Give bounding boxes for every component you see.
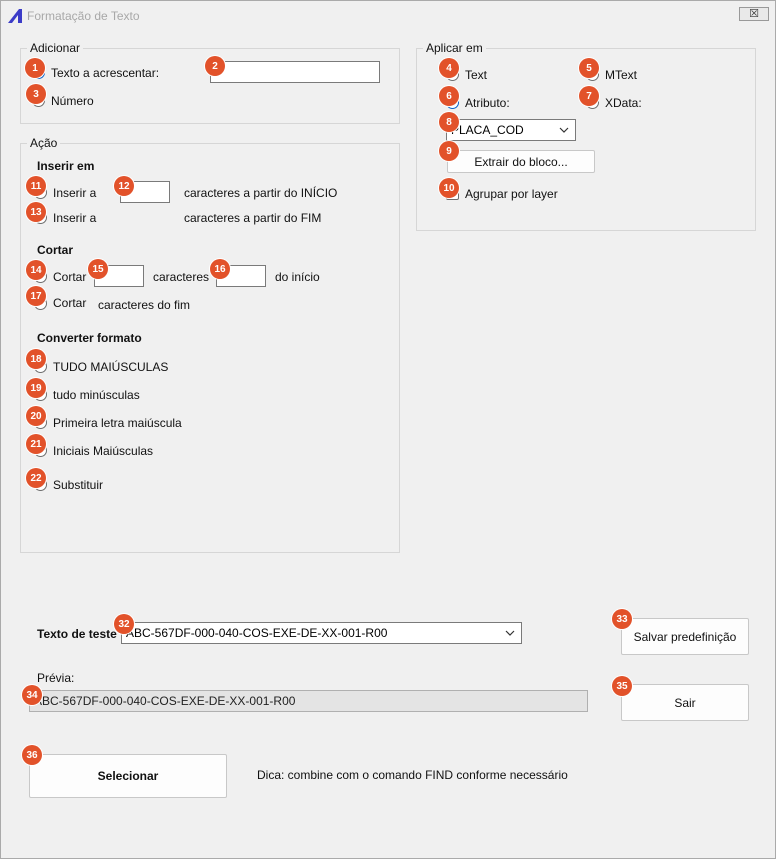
badge: 34 [22, 685, 42, 705]
extrair-bloco-button[interactable]: Extrair do bloco... [447, 150, 595, 173]
badge: 17 [26, 286, 46, 306]
texto-teste-value: ABC-567DF-000-040-COS-EXE-DE-XX-001-R00 [126, 626, 388, 640]
xdata-label: XData: [605, 96, 642, 110]
extrair-bloco-label: Extrair do bloco... [474, 154, 568, 169]
inserir-inicio-label: Inserir a [53, 186, 97, 200]
inicio-suffix-label: caracteres a partir do INÍCIO [184, 186, 338, 200]
badge: 36 [22, 745, 42, 765]
badge: 12 [114, 176, 134, 196]
badge: 20 [26, 406, 46, 426]
selecionar-button[interactable]: Selecionar [29, 754, 227, 798]
acao-group-title: Ação [27, 136, 61, 150]
upper-label: TUDO MAIÚSCULAS [53, 360, 169, 374]
badge: 2 [205, 56, 225, 76]
texto-acrescentar-input[interactable] [210, 61, 380, 83]
texto-acrescentar-label: Texto a acrescentar: [51, 66, 160, 80]
atributo-select-value: PLACA_COD [451, 123, 524, 137]
numero-label: Número [51, 94, 94, 108]
badge: 5 [579, 58, 599, 78]
inserir-fim-label: Inserir a [53, 211, 97, 225]
text-label: Text [465, 68, 488, 82]
mtext-label: MText [605, 68, 638, 82]
dica-text: Dica: combine com o comando FIND conform… [257, 768, 568, 782]
caracteres-label: caracteres [153, 270, 210, 284]
badge: 19 [26, 378, 46, 398]
badge: 21 [26, 434, 46, 454]
substituir-label: Substituir [53, 478, 104, 492]
badge: 15 [88, 259, 108, 279]
agrupar-layer-label: Agrupar por layer [465, 187, 558, 201]
badge: 33 [612, 609, 632, 629]
badge: 22 [26, 468, 46, 488]
sentence-case-label: Primeira letra maiúscula [53, 416, 182, 430]
badge: 6 [439, 86, 459, 106]
badge: 11 [26, 176, 46, 196]
badge: 16 [210, 259, 230, 279]
inserir-em-heading: Inserir em [37, 159, 95, 173]
fim-suffix-label: caracteres a partir do FIM [184, 211, 322, 225]
app-logo-icon [8, 9, 22, 23]
sair-label: Sair [674, 695, 696, 710]
texto-teste-label: Texto de teste [37, 627, 117, 641]
salvar-predefinicao-button[interactable]: Salvar predefinição [621, 618, 749, 655]
texto-teste-select[interactable]: ABC-567DF-000-040-COS-EXE-DE-XX-001-R00 [121, 622, 522, 644]
converter-formato-heading: Converter formato [37, 331, 142, 345]
atributo-select[interactable]: PLACA_COD [446, 119, 576, 141]
lower-label: tudo minúsculas [53, 388, 140, 402]
badge: 9 [439, 141, 459, 161]
badge: 4 [439, 58, 459, 78]
cortar-heading: Cortar [37, 243, 74, 257]
previa-label: Prévia: [37, 671, 75, 685]
sair-button[interactable]: Sair [621, 684, 749, 721]
cortar-inicio-label: Cortar [53, 270, 87, 284]
cortar-fim-label: Cortar [53, 296, 87, 310]
selecionar-label: Selecionar [97, 769, 159, 783]
badge: 8 [439, 112, 459, 132]
badge: 13 [26, 202, 46, 222]
badge: 32 [114, 614, 134, 634]
badge: 14 [26, 260, 46, 280]
badge: 18 [26, 349, 46, 369]
chevron-down-icon [559, 127, 569, 133]
chevron-down-icon [505, 630, 515, 636]
badge: 3 [26, 84, 46, 104]
caracteres-fim-label: caracteres do fim [98, 298, 191, 312]
salvar-predefinicao-label: Salvar predefinição [633, 629, 737, 644]
title-bar[interactable]: Formatação de Texto ☒ [1, 1, 775, 31]
atributo-label: Atributo: [465, 96, 510, 110]
close-icon: ☒ [749, 7, 759, 20]
close-button[interactable]: ☒ [739, 7, 769, 21]
badge: 7 [579, 86, 599, 106]
previa-value: ABC-567DF-000-040-COS-EXE-DE-XX-001-R00 [34, 694, 296, 708]
main-window: Formatação de Texto ☒ Adicionar Texto a … [0, 0, 776, 859]
window-title: Formatação de Texto [27, 9, 140, 23]
badge: 1 [25, 58, 45, 78]
badge: 10 [439, 178, 459, 198]
previa-output: ABC-567DF-000-040-COS-EXE-DE-XX-001-R00 [29, 690, 588, 712]
title-case-label: Iniciais Maiúsculas [53, 444, 154, 458]
badge: 35 [612, 676, 632, 696]
adicionar-group-title: Adicionar [27, 41, 84, 55]
aplicar-em-group-title: Aplicar em [423, 41, 486, 55]
do-inicio-label: do início [275, 270, 320, 284]
